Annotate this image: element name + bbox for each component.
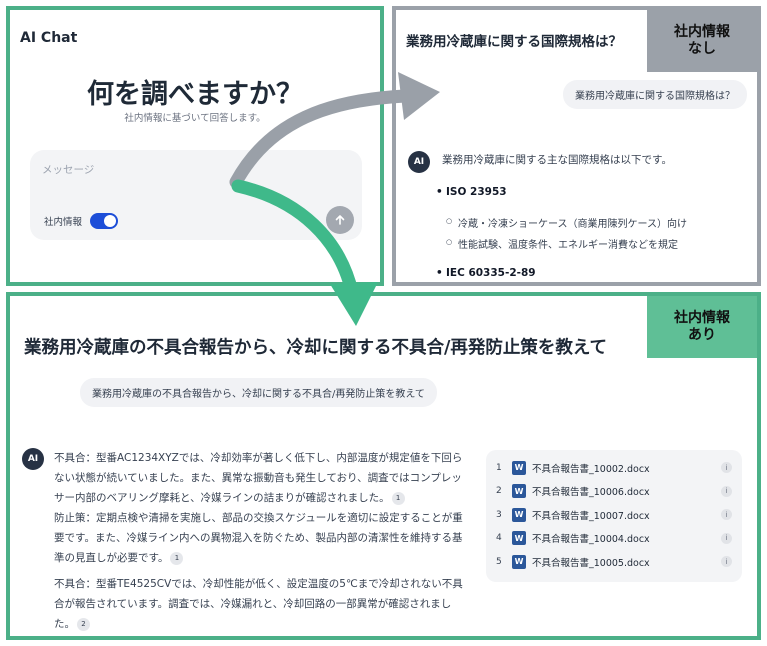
user-message-bubble: 業務用冷蔵庫に関する国際規格は？ xyxy=(563,80,747,109)
internal-info-badge: 社内情報 あり xyxy=(647,296,757,358)
standard-name: IEC 60335-2-89 xyxy=(436,267,536,279)
ai-avatar: AI xyxy=(22,448,44,470)
answer-paragraph: 不具合：型番AC1234XYZでは、冷却効率が著しく低下し、内部温度が規定値を下… xyxy=(54,448,466,568)
question-title: 業務用冷蔵庫に関する国際規格は？ xyxy=(406,34,622,50)
badge-line1: 社内情報 xyxy=(674,310,730,326)
no-internal-info-badge: 社内情報 なし xyxy=(647,10,757,72)
reference-item[interactable]: 4 W 不具合報告書_10004.docx i xyxy=(496,527,732,551)
word-doc-icon: W xyxy=(512,554,526,569)
badge-line2: あり xyxy=(688,327,716,343)
no-internal-info-panel: 業務用冷蔵庫に関する国際規格は？ 社内情報 なし 業務用冷蔵庫に関する国際規格は… xyxy=(392,6,761,286)
reference-number: 1 xyxy=(496,462,502,473)
reference-item[interactable]: 5 W 不具合報告書_10005.docx i xyxy=(496,550,732,574)
reference-number: 2 xyxy=(496,486,502,497)
chat-start-panel: AI Chat 何を調べますか？ 社内情報に基づいて回答します。 メッセージ 社… xyxy=(6,6,384,286)
answer-text: 不具合：型番AC1234XYZでは、冷却効率が著しく低下し、内部温度が規定値を下… xyxy=(54,448,466,636)
page-heading: 何を調べますか？ xyxy=(87,79,303,110)
internal-info-toggle[interactable] xyxy=(90,213,119,229)
page-subheading: 社内情報に基づいて回答します。 xyxy=(124,113,266,124)
reference-number: 4 xyxy=(496,533,502,544)
citation-badge[interactable]: 2 xyxy=(77,617,90,631)
reference-filename: 不具合報告書_10005.docx xyxy=(532,557,650,569)
word-doc-icon: W xyxy=(512,484,526,499)
standard-detail: 性能試験、温度条件、エネルギー消費などを規定 xyxy=(446,236,678,251)
standard-detail: 冷蔵・冷凍ショーケース（商業用陳列ケース）向け xyxy=(446,215,687,230)
ai-avatar: AI xyxy=(408,151,430,173)
arrow-up-icon xyxy=(335,215,345,225)
reference-number: 5 xyxy=(496,556,502,567)
answer-intro: 業務用冷蔵庫に関する主な国際規格は以下です。 xyxy=(442,154,672,166)
info-icon[interactable]: i xyxy=(721,485,732,497)
internal-info-toggle-group: 社内情報 xyxy=(44,213,119,229)
info-icon[interactable]: i xyxy=(721,509,732,521)
word-doc-icon: W xyxy=(512,507,526,522)
app-title: AI Chat xyxy=(20,30,78,46)
reference-item[interactable]: 2 W 不具合報告書_10006.docx i xyxy=(496,480,732,504)
reference-filename: 不具合報告書_10002.docx xyxy=(532,463,650,475)
issue-text: 不具合：型番TE4525CVでは、冷却性能が低く、設定温度の5℃まで冷却されない… xyxy=(54,578,463,630)
reference-item[interactable]: 3 W 不具合報告書_10007.docx i xyxy=(496,503,732,527)
question-title: 業務用冷蔵庫の不具合報告から、冷却に関する不具合/再発防止策を教えて xyxy=(24,338,608,358)
reference-item[interactable]: 1 W 不具合報告書_10002.docx i xyxy=(496,456,732,480)
reference-filename: 不具合報告書_10004.docx xyxy=(532,534,650,546)
comparison-figure: AI Chat 何を調べますか？ 社内情報に基づいて回答します。 メッセージ 社… xyxy=(0,0,767,646)
reference-number: 3 xyxy=(496,509,502,520)
internal-info-panel: 社内情報 あり 業務用冷蔵庫の不具合報告から、冷却に関する不具合/再発防止策を教… xyxy=(6,292,761,640)
badge-line2: なし xyxy=(688,41,716,57)
badge-line1: 社内情報 xyxy=(674,24,730,40)
reference-filename: 不具合報告書_10007.docx xyxy=(532,510,650,522)
word-doc-icon: W xyxy=(512,531,526,546)
citation-badge[interactable]: 1 xyxy=(391,491,405,505)
toggle-label: 社内情報 xyxy=(44,217,83,228)
standard-name: ISO 23953 xyxy=(436,186,507,198)
message-input[interactable]: メッセージ 社内情報 xyxy=(30,150,362,240)
reference-list: 1 W 不具合報告書_10002.docx i 2 W 不具合報告書_10006… xyxy=(486,450,742,582)
user-message-bubble: 業務用冷蔵庫の不具合報告から、冷却に関する不具合/再発防止策を教えて xyxy=(80,378,437,407)
answer-paragraph: 不具合：型番TE4525CVでは、冷却性能が低く、設定温度の5℃まで冷却されない… xyxy=(54,574,466,634)
send-button[interactable] xyxy=(326,206,354,234)
info-icon[interactable]: i xyxy=(721,556,732,568)
toggle-knob xyxy=(104,215,117,227)
word-doc-icon: W xyxy=(512,460,526,475)
reference-filename: 不具合報告書_10006.docx xyxy=(532,487,650,499)
info-icon[interactable]: i xyxy=(721,462,732,474)
fix-text: 防止策：定期点検や清掃を実施し、部品の交換スケジュールを適切に設定することが重要… xyxy=(54,512,463,564)
citation-badge[interactable]: 1 xyxy=(170,551,184,565)
info-icon[interactable]: i xyxy=(721,532,732,544)
message-placeholder: メッセージ xyxy=(42,164,95,176)
